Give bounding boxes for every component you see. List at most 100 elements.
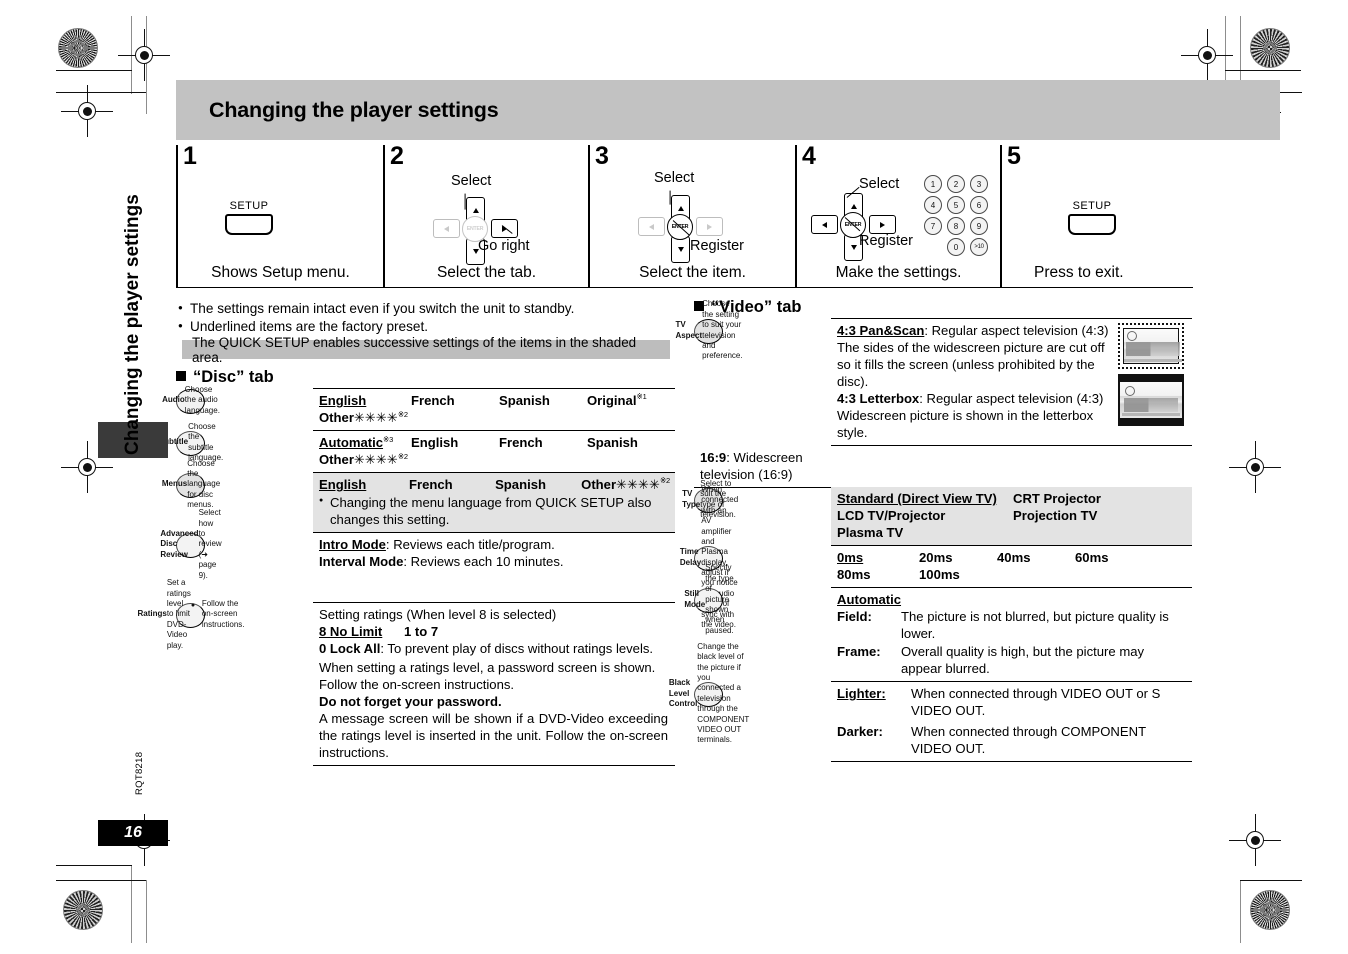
aspect-letterbox: 4:3 Letterbox: Regular aspect television…: [837, 390, 1116, 441]
option-plasma-tv: Plasma TV: [837, 525, 904, 541]
option-english: English: [319, 393, 367, 408]
setting-name-cell: Audio Choose the audio language.: [162, 385, 220, 415]
setting-name-cell: Subtitle Choose the subtitle language.: [159, 422, 224, 462]
setting-note: Changing the menu language from QUICK SE…: [319, 494, 670, 528]
step-number: 4: [802, 142, 816, 170]
table-row: Advanced Disc Review Select how to revie…: [160, 508, 675, 604]
callout-register: Register: [859, 233, 913, 249]
step-caption: Select the tab.: [436, 264, 537, 281]
keypad-key-4[interactable]: 4: [924, 196, 942, 214]
keypad-key-9[interactable]: 9: [970, 217, 988, 235]
ratings-range: 1 to 7: [403, 624, 439, 640]
keypad-key-6[interactable]: 6: [970, 196, 988, 214]
footnote-marker: ※1: [636, 392, 647, 401]
sidebar-vertical-title: Changing the player settings: [122, 194, 143, 455]
option-pan-and-scan: 4:3 Pan&Scan: [837, 323, 925, 338]
table-row: Subtitle Choose the subtitle language. A…: [159, 422, 675, 474]
crop-line: [1225, 70, 1301, 72]
registration-mark: [1181, 29, 1233, 81]
option-interval-mode-text: : Reviews each 10 minutes.: [403, 554, 564, 570]
option-lcd-tv-projector: LCD TV/Projector: [837, 508, 946, 524]
table-row: 16:9: Widescreen television (16:9): [694, 445, 1192, 488]
option-interval-mode: Interval Mode: [319, 554, 404, 570]
page-number: 16: [124, 824, 142, 841]
print-starburst-target: [58, 28, 98, 68]
option-french: French: [408, 477, 453, 493]
option-darker-text: When connected through COMPONENT VIDEO O…: [911, 724, 1146, 757]
dpad-cluster: ENTER: [811, 193, 907, 261]
option-english: English: [411, 435, 459, 451]
step-caption: Make the settings.: [835, 264, 962, 281]
tv-panscan-thumbnail: [1118, 323, 1184, 369]
print-starburst-target: [1250, 28, 1290, 68]
setting-title: TV Type: [682, 489, 701, 509]
setting-value-cell: Intro Mode: Reviews each title/program. …: [313, 532, 675, 604]
option-lighter-text: When connected through VIDEO OUT or S VI…: [911, 686, 1161, 719]
keypad-key-7[interactable]: 7: [924, 217, 942, 235]
disc-tab-heading-label: “Disc” tab: [193, 368, 274, 386]
setting-title: Time Delay: [679, 547, 702, 567]
step-2: 2 Select ENTER Go right Select the tab.: [383, 144, 588, 288]
keypad-key-2[interactable]: 2: [947, 175, 965, 193]
dpad-left-button[interactable]: [638, 217, 665, 236]
option-other: Other✳✳✳✳: [581, 477, 660, 493]
ratings-default: 8 No Limit: [319, 624, 383, 640]
ratings-lock-all: 0 Lock All: To prevent play of discs wit…: [319, 640, 668, 657]
dpad-left-button[interactable]: [811, 215, 838, 234]
step-number: 1: [183, 142, 197, 170]
table-row: Black Level Control Change the black lev…: [669, 642, 1192, 763]
disc-settings-table: Audio Choose the audio language. English…: [137, 385, 675, 767]
step-5: 5 SETUP Press to exit.: [1000, 144, 1193, 288]
option-automatic: Automatic: [837, 592, 902, 608]
quick-setup-banner: The QUICK SETUP enables successive setti…: [182, 335, 670, 365]
setting-value-cell: Setting ratings (When level 8 is selecte…: [313, 602, 675, 767]
keypad-key-3[interactable]: 3: [970, 175, 988, 193]
ratings-lock-term: 0 Lock All: [319, 641, 381, 657]
step-caption: Press to exit.: [1034, 264, 1124, 281]
dpad-down-button[interactable]: [671, 236, 690, 263]
keypad-key-5[interactable]: 5: [947, 196, 965, 214]
option-field-term: Field:: [837, 609, 872, 625]
keypad-key-0[interactable]: 0: [947, 238, 965, 256]
ratings-lock-text: : To prevent play of discs without ratin…: [380, 641, 654, 657]
registration-mark: [1229, 441, 1281, 493]
option-other-row: Other✳✳✳✳※2: [319, 451, 670, 468]
dpad-right-button[interactable]: [869, 215, 896, 234]
option-100ms: 100ms: [919, 567, 960, 583]
setting-desc: Choose the audio language.: [184, 384, 220, 415]
callout-register: Register: [690, 238, 744, 254]
notes-list: The settings remain intact even if you s…: [178, 300, 698, 336]
registration-mark: [61, 85, 113, 137]
page-title: Changing the player settings: [209, 98, 499, 122]
keypad-key-over-10[interactable]: >10: [970, 238, 988, 256]
option-automatic-wrap: Automatic※3: [319, 434, 411, 451]
registration-mark: [1229, 814, 1281, 866]
callout-select: Select: [654, 170, 695, 186]
crop-line: [146, 880, 148, 943]
setup-button-graphic: SETUP: [225, 200, 273, 235]
procedure-steps: 1 SETUP Shows Setup menu. 2 Select ENTER…: [176, 142, 1193, 288]
setting-title: Audio: [162, 395, 185, 405]
setup-button-label: SETUP: [1072, 200, 1112, 212]
setup-button-cap: [1068, 214, 1116, 235]
option-intro-mode-text: : Reviews each title/program.: [385, 537, 555, 553]
setting-value-cell: Automatic Field: The picture is not blur…: [831, 587, 1192, 683]
numeric-keypad: 1 2 3 4 5 6 7 8 9 0 >10: [924, 175, 996, 259]
option-other: Other✳✳✳✳: [319, 410, 398, 426]
keypad-key-8[interactable]: 8: [947, 217, 965, 235]
crop-line: [56, 70, 132, 72]
crop-line: [131, 865, 133, 943]
setting-value-cell: Automatic※3 English French Spanish Other…: [313, 430, 675, 474]
setting-title: Ratings: [137, 609, 167, 619]
note-item: The settings remain intact even if you s…: [178, 300, 698, 318]
setting-name-cell: Black Level Control Change the black lev…: [669, 642, 749, 745]
option-row: Standard (Direct View TV) CRT Projector: [837, 490, 1187, 507]
dpad-right-button[interactable]: [696, 217, 723, 236]
dpad-left-button[interactable]: [433, 219, 460, 238]
option-20ms: 20ms: [919, 550, 953, 566]
registration-mark: [118, 29, 170, 81]
keypad-key-1[interactable]: 1: [924, 175, 942, 193]
wave-illustration: [1122, 413, 1180, 416]
setting-desc: Choose the setting to suit your televisi…: [702, 299, 743, 361]
setting-value-cell: English French Spanish Original ※1 Other✳…: [313, 387, 675, 432]
